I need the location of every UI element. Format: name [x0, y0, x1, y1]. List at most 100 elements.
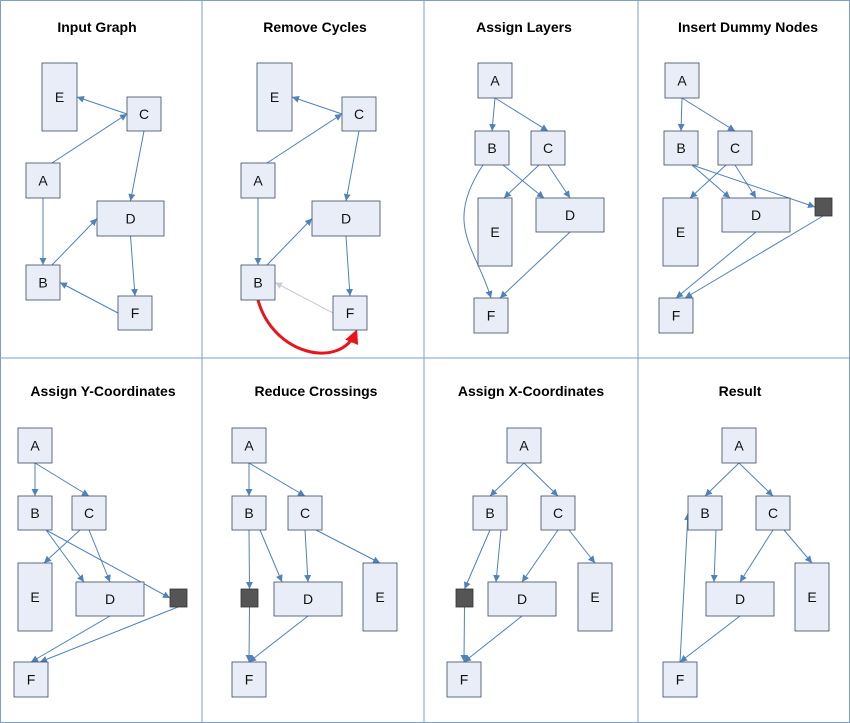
edge-c-e [291, 95, 343, 115]
panel-title-remove-cycles: Remove Cycles [263, 19, 367, 35]
edge-d-f [463, 615, 523, 663]
node-label-f: F [27, 672, 36, 688]
node-label-e: E [807, 589, 816, 605]
diagram-canvas: Input Graph Remove Cycles Assign Layers … [0, 0, 850, 723]
edge-a-b [677, 97, 685, 132]
node-label-b: B [253, 275, 262, 291]
edge-c-d [547, 164, 571, 199]
node-label-e: E [375, 589, 384, 605]
node-label-a: A [490, 73, 500, 89]
edge-d-f [679, 615, 741, 663]
edge-a-b [704, 462, 740, 497]
nodes-layer: A B C D E F A B C D E F A B C D E F A B C D E F A B C D E F A B C D E F A B C D… [13, 62, 833, 698]
edge-a-c [494, 97, 549, 132]
edge-c-d [739, 529, 774, 583]
edge-b-x [245, 529, 253, 590]
edge-f-b [59, 282, 119, 314]
node-label-c: C [553, 505, 563, 521]
edge-c-d [304, 529, 312, 583]
dummy-node [169, 588, 188, 608]
edges-layer [30, 95, 824, 663]
panel-title-input-graph: Input Graph [57, 19, 136, 35]
edge-c-e [783, 529, 813, 564]
edge-b-d [266, 218, 313, 266]
node-label-f: F [460, 672, 469, 688]
node-label-a: A [677, 73, 687, 89]
panel-title-assign-x-coordinates: Assign X-Coordinates [458, 383, 604, 399]
node-label-f: F [676, 672, 685, 688]
edge-a-c [681, 97, 736, 132]
panel-title-assign-y-coordinates: Assign Y-Coordinates [30, 383, 175, 399]
node-label-b: B [38, 275, 47, 291]
node-label-b: B [487, 140, 496, 156]
edge-b-d [691, 164, 731, 199]
node-label-b: B [30, 505, 39, 521]
edge-a-c [738, 462, 774, 497]
edge-d-f [130, 235, 138, 297]
edge-a-b [489, 462, 525, 497]
node-label-e: E [490, 224, 499, 240]
edge-b-d [493, 529, 502, 583]
edge-c-d [734, 164, 757, 199]
edge-b-x [464, 529, 491, 590]
node-label-d: D [735, 591, 745, 607]
edge-d-f [345, 235, 354, 297]
edge-f-b [274, 282, 334, 314]
edge-c-d [521, 529, 559, 583]
node-label-b: B [700, 505, 709, 521]
edge-c-d [343, 130, 360, 202]
panel-title-insert-dummy-nodes: Insert Dummy Nodes [678, 19, 818, 35]
node-label-b: B [244, 505, 253, 521]
node-label-d: D [341, 211, 351, 227]
node-label-d: D [303, 591, 313, 607]
node-label-f: F [131, 305, 140, 321]
node-label-a: A [30, 438, 40, 454]
node-label-d: D [517, 591, 527, 607]
edge-x-f [460, 606, 468, 663]
node-label-c: C [300, 505, 310, 521]
dummy-node [814, 197, 833, 217]
edge-b-d [710, 529, 718, 583]
panel-title-assign-layers: Assign Layers [476, 19, 572, 35]
node-label-e: E [270, 89, 279, 105]
edge-a-b [489, 97, 497, 132]
node-label-d: D [105, 591, 115, 607]
edge-f-b [679, 512, 692, 663]
panel-title-reduce-crossings: Reduce Crossings [255, 383, 378, 399]
edge-b-d [51, 218, 98, 266]
node-label-c: C [354, 106, 364, 122]
node-label-a: A [253, 173, 263, 189]
node-label-c: C [543, 140, 553, 156]
dummy-node [455, 588, 474, 608]
edge-b-d [259, 529, 283, 583]
node-label-c: C [730, 140, 740, 156]
node-label-f: F [672, 308, 681, 324]
node-label-d: D [751, 207, 761, 223]
edge-x-f [245, 606, 253, 663]
edge-d-f [248, 615, 309, 663]
node-label-e: E [590, 589, 599, 605]
node-label-f: F [487, 308, 496, 324]
node-label-e: E [676, 224, 685, 240]
edge-c-e [76, 95, 128, 115]
node-label-a: A [244, 438, 254, 454]
node-label-d: D [125, 211, 135, 227]
node-label-e: E [30, 589, 39, 605]
edge-a-c [523, 462, 559, 497]
node-label-c: C [84, 505, 94, 521]
node-label-e: E [55, 89, 64, 105]
edge-c-e [315, 529, 381, 564]
node-label-a: A [519, 438, 529, 454]
node-label-a: A [734, 438, 744, 454]
node-label-f: F [245, 672, 254, 688]
node-label-c: C [768, 505, 778, 521]
node-label-f: F [346, 305, 355, 321]
edge-c-d [128, 130, 145, 202]
edge-a-c [248, 462, 306, 497]
edge-c-d [88, 529, 111, 583]
node-label-b: B [676, 140, 685, 156]
node-label-b: B [485, 505, 494, 521]
panel-title-result: Result [719, 383, 762, 399]
node-label-a: A [38, 173, 48, 189]
edge-a-c [34, 462, 90, 497]
